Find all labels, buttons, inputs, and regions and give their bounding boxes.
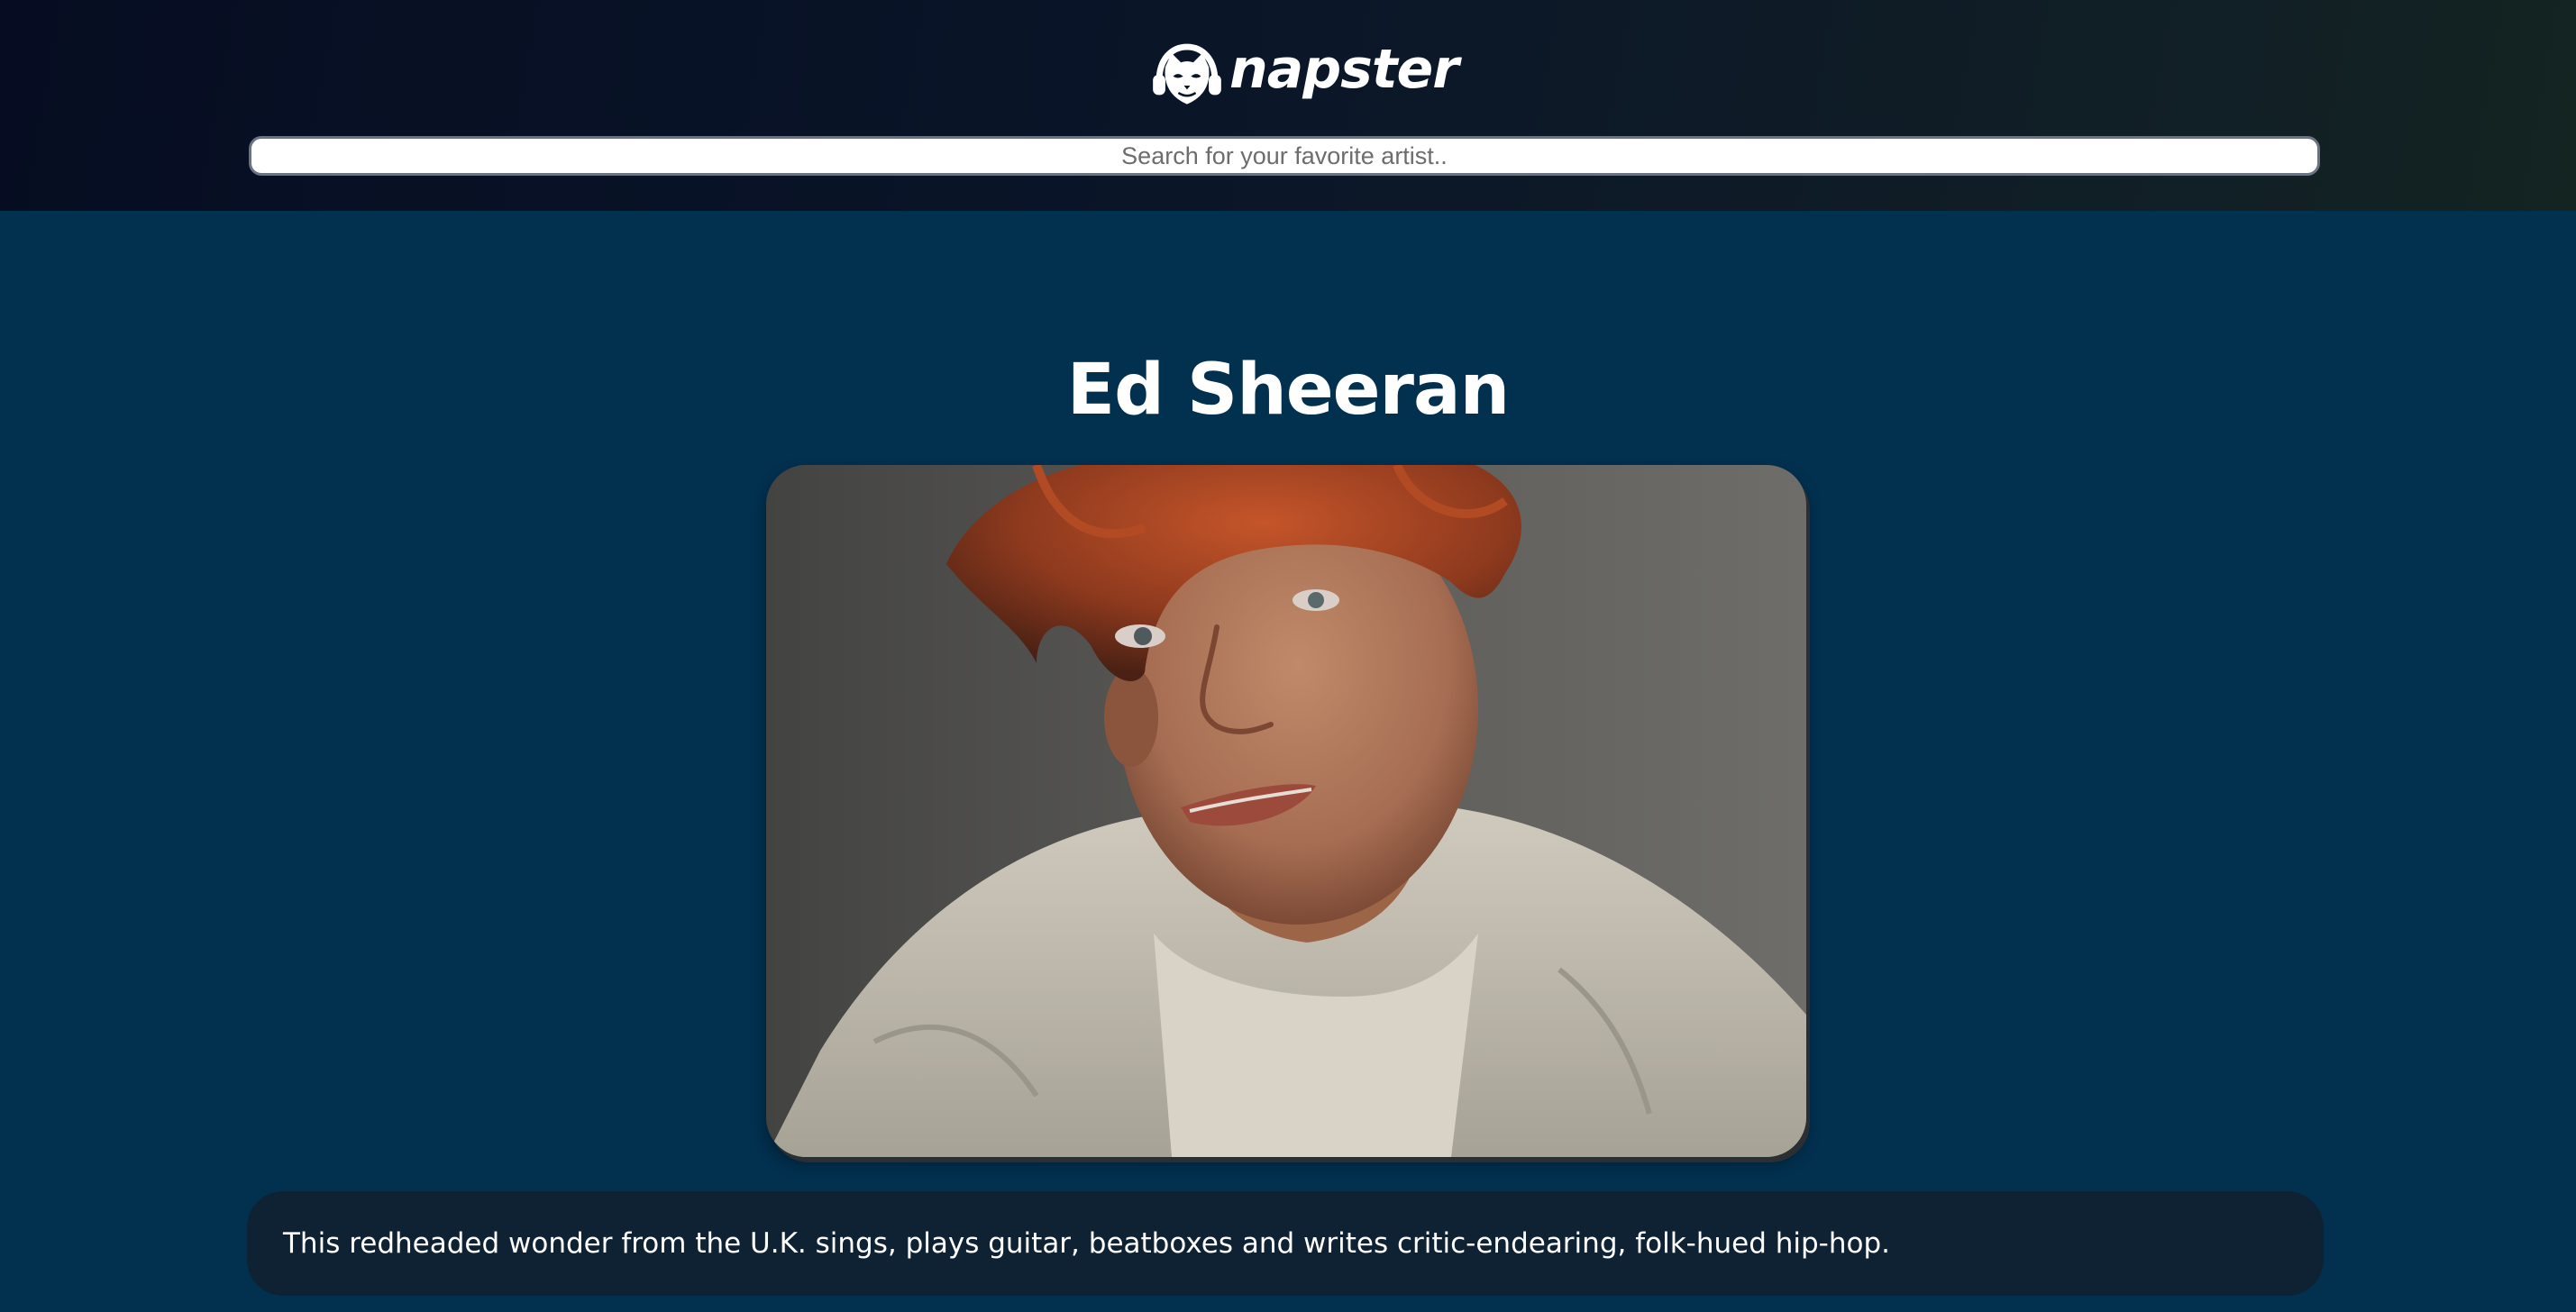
artist-search-input[interactable] — [249, 136, 2320, 176]
napster-wordmark: napster — [1229, 38, 1459, 101]
artist-photo — [766, 465, 1806, 1157]
napster-cat-headphones-icon — [1153, 43, 1221, 105]
napster-logo[interactable]: napster — [1148, 36, 1459, 114]
artist-bio: This redheaded wonder from the U.K. sing… — [283, 1227, 1890, 1260]
artist-name: Ed Sheeran — [1066, 350, 1510, 431]
site-header: napster — [0, 0, 2576, 211]
artist-bio-card: This redheaded wonder from the U.K. sing… — [247, 1191, 2324, 1296]
